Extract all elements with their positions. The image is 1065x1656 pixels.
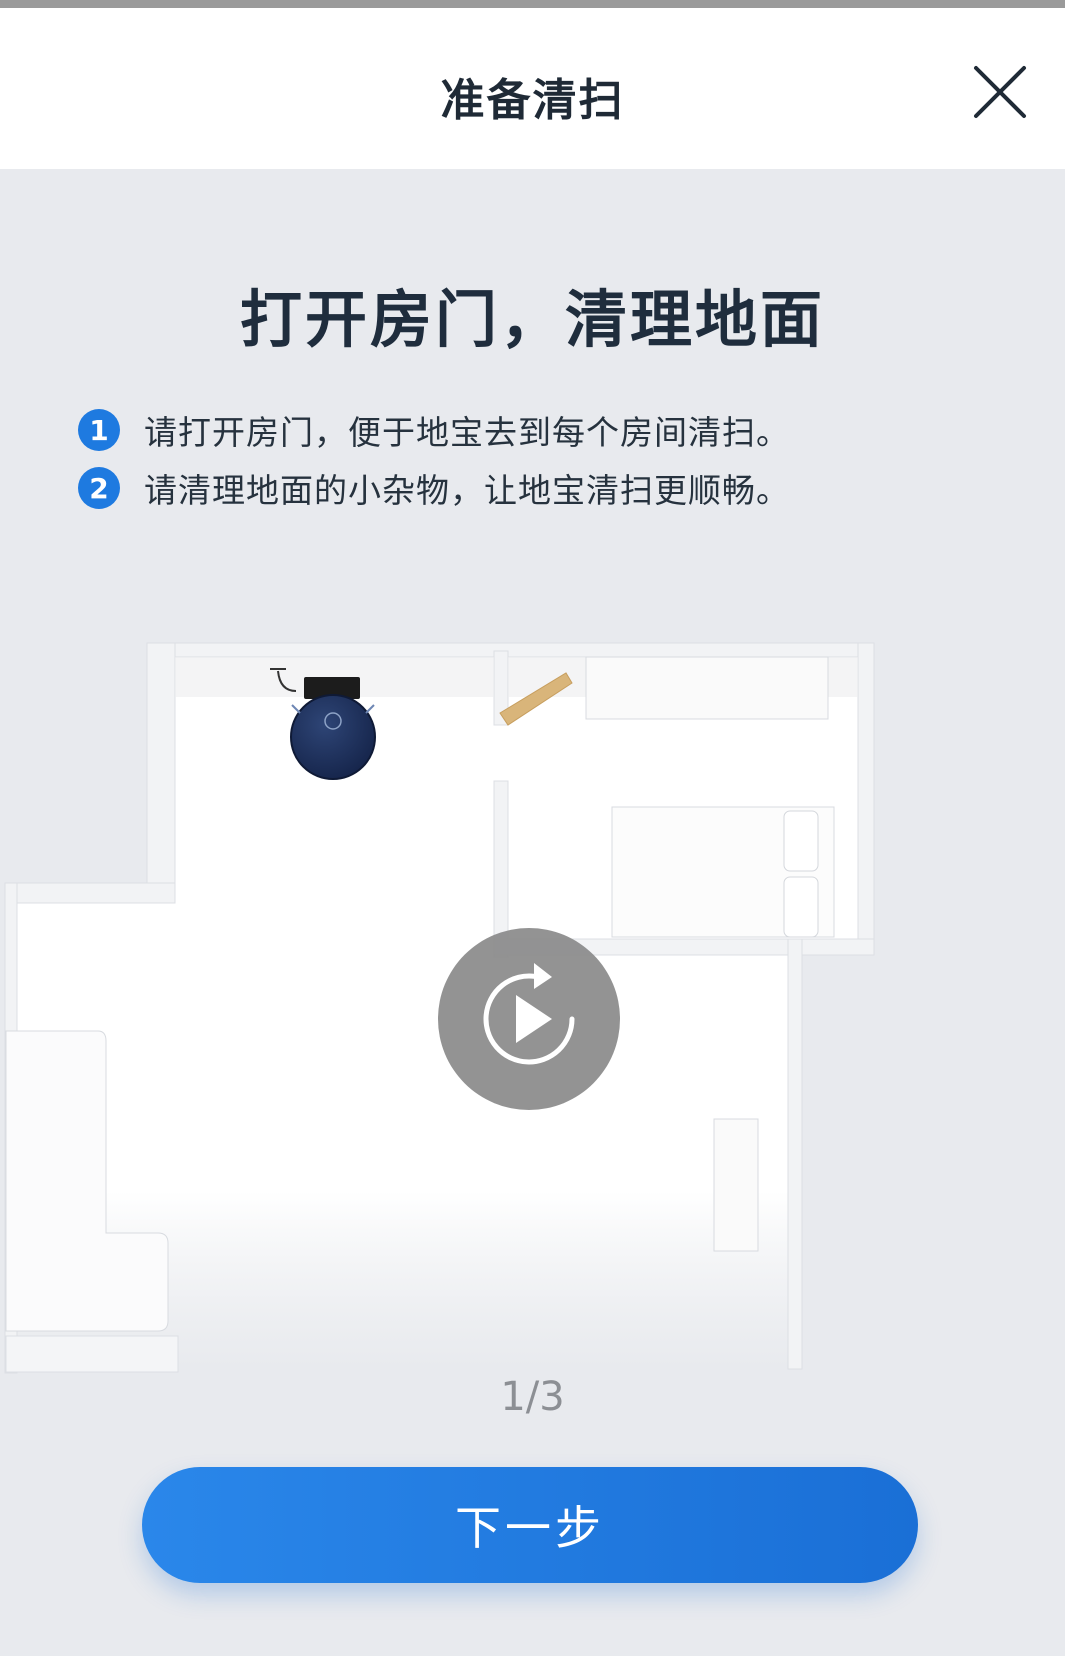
robot-vacuum: [290, 694, 376, 780]
next-step-button[interactable]: 下一步: [142, 1467, 918, 1583]
header: 准备清扫: [0, 8, 1065, 169]
tip-item: 2 请清理地面的小杂物，让地宝清扫更顺畅。: [78, 459, 1018, 517]
replay-play-icon[interactable]: [438, 928, 620, 1110]
page-title: 准备清扫: [440, 75, 625, 126]
bed: [611, 806, 835, 938]
page-indicator: 1/3: [500, 1374, 565, 1420]
sofa-base: [5, 1335, 179, 1373]
wardrobe: [585, 656, 829, 720]
main-content: 打开房门，清理地面 1 请打开房门，便于地宝去到每个房间清扫。 2 请清理地面的…: [0, 169, 1065, 1656]
tip-number-badge: 2: [78, 467, 120, 509]
tips-list: 1 请打开房门，便于地宝去到每个房间清扫。 2 请清理地面的小杂物，让地宝清扫更…: [78, 401, 1018, 517]
tip-text: 请清理地面的小杂物，让地宝清扫更顺畅。: [144, 471, 790, 510]
tip-text: 请打开房门，便于地宝去到每个房间清扫。: [144, 413, 790, 452]
instruction-title: 打开房门，清理地面: [239, 283, 825, 356]
close-button[interactable]: [970, 62, 1030, 122]
status-bar-edge: [0, 0, 1065, 8]
floorplan-graphic: [4, 642, 875, 1374]
tip-item: 1 请打开房门，便于地宝去到每个房间清扫。: [78, 401, 1018, 459]
close-icon: [974, 66, 1026, 118]
cabinet: [713, 1118, 759, 1252]
floorplan-illustration: [0, 621, 880, 1401]
tip-number-badge: 1: [78, 409, 120, 451]
